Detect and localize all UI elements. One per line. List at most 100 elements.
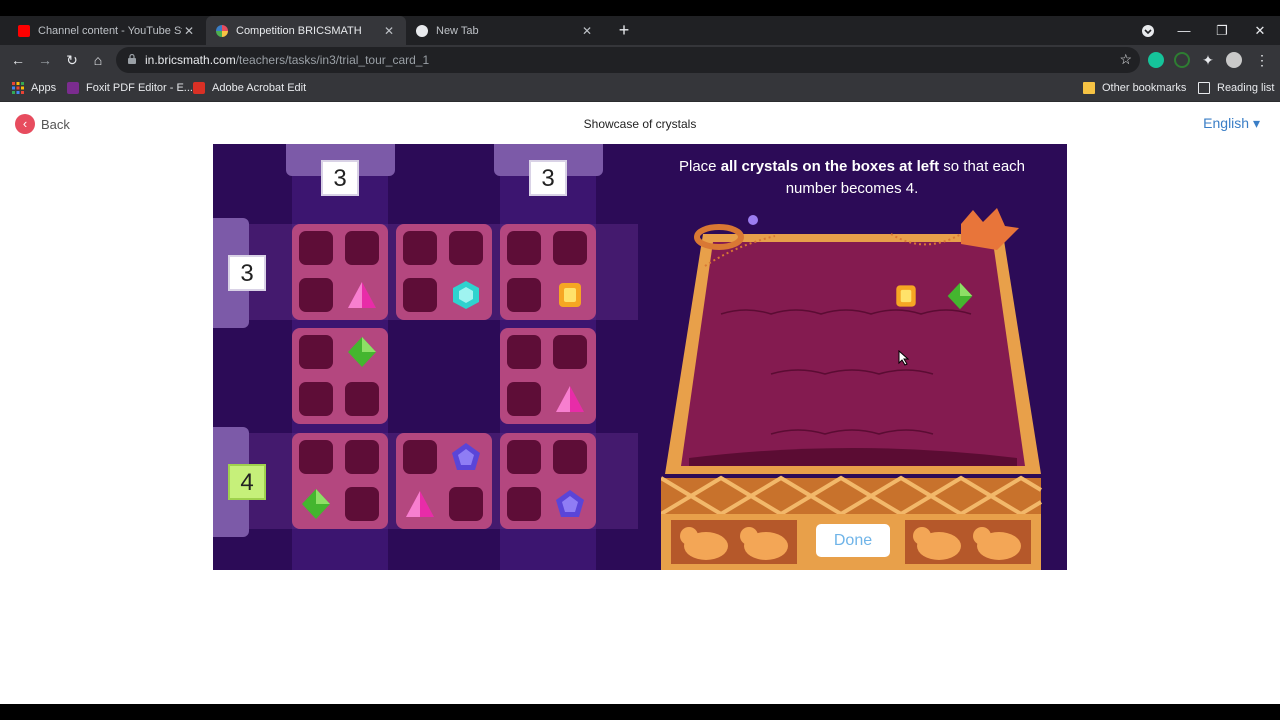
crystal-slot[interactable]	[507, 335, 541, 369]
game-board: 3 3 3 4 Place all crystals on the boxes …	[213, 144, 1067, 570]
tab-close-icon[interactable]: ✕	[182, 24, 196, 38]
crystal-slot[interactable]	[553, 440, 587, 474]
crystal-box[interactable]	[292, 433, 388, 529]
cyan-hexagon-crystal-icon[interactable]	[449, 278, 483, 312]
tab-search-icon[interactable]	[1130, 16, 1166, 45]
acrobat-icon	[193, 82, 205, 94]
tab-new-tab[interactable]: New Tab ✕	[406, 16, 604, 45]
bookmark-acrobat[interactable]: Adobe Acrobat Edit	[193, 80, 306, 96]
extensions-puzzle-icon[interactable]: ✦	[1198, 50, 1218, 70]
crystal-slot[interactable]	[299, 231, 333, 265]
green-diamond-crystal-icon[interactable]	[945, 281, 975, 311]
bookmark-label: Apps	[31, 82, 57, 94]
crystal-slot[interactable]	[553, 231, 587, 265]
new-tab-button[interactable]: +	[614, 20, 634, 40]
forward-arrow-icon[interactable]: →	[35, 50, 55, 70]
mouse-cursor-icon	[898, 350, 910, 366]
tab-strip: Channel content - YouTube Studi ✕ Compet…	[0, 16, 1280, 45]
pink-triangle-crystal-icon[interactable]	[345, 278, 379, 312]
tab-close-icon[interactable]: ✕	[382, 24, 396, 38]
crystal-slot[interactable]	[553, 335, 587, 369]
chrome-icon	[416, 24, 428, 37]
url-host: in.bricsmath.com	[145, 53, 236, 67]
language-selector[interactable]: English ▾	[1203, 115, 1260, 132]
crystal-slot[interactable]	[449, 487, 483, 521]
maximize-icon[interactable]: ❐	[1204, 16, 1240, 45]
url-text: in.bricsmath.com/teachers/tasks/in3/tria…	[145, 47, 429, 73]
menu-dots-icon[interactable]: ⋮	[1252, 50, 1272, 70]
crystal-box[interactable]	[292, 224, 388, 320]
crystal-slot[interactable]	[299, 440, 333, 474]
done-button[interactable]: Done	[816, 524, 890, 557]
crystal-slot[interactable]	[299, 382, 333, 416]
avatar[interactable]	[1226, 52, 1242, 68]
tab-close-icon[interactable]: ✕	[580, 24, 594, 38]
crystal-slot[interactable]	[507, 440, 541, 474]
crystal-slot[interactable]	[507, 487, 541, 521]
foxit-icon	[67, 82, 79, 94]
language-label: English	[1203, 115, 1250, 131]
bookmark-apps[interactable]: Apps	[12, 80, 56, 96]
crystal-slot[interactable]	[345, 440, 379, 474]
bookmark-star-icon[interactable]: ☆	[1119, 51, 1132, 68]
instruction-part: Place	[678, 158, 721, 175]
yellow-square-crystal-icon[interactable]	[891, 281, 921, 311]
pink-triangle-crystal-icon[interactable]	[553, 382, 587, 416]
instruction-text: Place all crystals on the boxes at left …	[663, 156, 1041, 200]
tab-youtube-studio[interactable]: Channel content - YouTube Studi ✕	[8, 16, 206, 45]
crystal-slot[interactable]	[403, 231, 437, 265]
crystal-slot[interactable]	[403, 278, 437, 312]
bookmarks-bar: Apps Foxit PDF Editor - E... Adobe Acrob…	[0, 75, 1280, 102]
bookmark-reading-list[interactable]: Reading list	[1198, 80, 1274, 96]
folder-icon	[1083, 82, 1095, 94]
reload-icon[interactable]: ↻	[62, 50, 82, 70]
crystal-slot[interactable]	[507, 231, 541, 265]
bookmark-label: Reading list	[1217, 82, 1275, 94]
showcase-chest	[661, 208, 1043, 570]
column-number: 3	[529, 160, 567, 196]
yellow-square-crystal-icon[interactable]	[553, 278, 587, 312]
purple-pentagon-crystal-icon[interactable]	[449, 440, 483, 474]
extension-circle-icon[interactable]	[1174, 52, 1190, 68]
close-window-icon[interactable]: ✕	[1242, 16, 1278, 45]
crystal-box[interactable]	[292, 328, 388, 424]
web-page: ‹ Back Showcase of crystals English ▾ 3 …	[0, 102, 1280, 704]
grammarly-icon[interactable]	[1148, 52, 1164, 68]
home-icon[interactable]: ⌂	[88, 50, 108, 70]
bookmark-foxit[interactable]: Foxit PDF Editor - E...	[67, 80, 193, 96]
crystal-box[interactable]	[500, 433, 596, 529]
crystal-box[interactable]	[396, 433, 492, 529]
crystal-slot[interactable]	[299, 278, 333, 312]
chest-frame	[665, 234, 1041, 474]
back-arrow-icon[interactable]: ←	[8, 50, 28, 70]
tab-title: New Tab	[436, 24, 479, 37]
screen-top-bar	[0, 0, 1280, 16]
bookmark-label: Other bookmarks	[1102, 82, 1187, 94]
crown	[961, 208, 1019, 250]
crystal-slot[interactable]	[345, 382, 379, 416]
crystal-box[interactable]	[396, 224, 492, 320]
page-title: Showcase of crystals	[583, 117, 697, 131]
row-number: 3	[228, 255, 266, 291]
crystal-box[interactable]	[500, 224, 596, 320]
tab-bricsmath[interactable]: Competition BRICSMATH ✕	[206, 16, 406, 45]
bricsmath-icon	[216, 24, 228, 37]
minimize-icon[interactable]: —	[1166, 16, 1202, 45]
crystal-slot[interactable]	[507, 382, 541, 416]
green-diamond-crystal-icon[interactable]	[345, 335, 379, 369]
tab-title: Channel content - YouTube Studi	[38, 24, 182, 37]
pink-triangle-crystal-icon[interactable]	[403, 487, 437, 521]
crystal-slot[interactable]	[507, 278, 541, 312]
crystal-slot[interactable]	[403, 440, 437, 474]
crystal-slot[interactable]	[345, 231, 379, 265]
crystal-slot[interactable]	[345, 487, 379, 521]
bookmark-label: Adobe Acrobat Edit	[212, 82, 307, 94]
crystal-slot[interactable]	[299, 335, 333, 369]
purple-pentagon-crystal-icon[interactable]	[553, 487, 587, 521]
bookmark-other[interactable]: Other bookmarks	[1083, 80, 1186, 96]
address-bar[interactable]: in.bricsmath.com/teachers/tasks/in3/tria…	[116, 47, 1140, 73]
crystal-slot[interactable]	[449, 231, 483, 265]
green-diamond-crystal-icon[interactable]	[299, 487, 333, 521]
url-path: /teachers/tasks/in3/trial_tour_card_1	[235, 53, 430, 67]
crystal-box[interactable]	[500, 328, 596, 424]
